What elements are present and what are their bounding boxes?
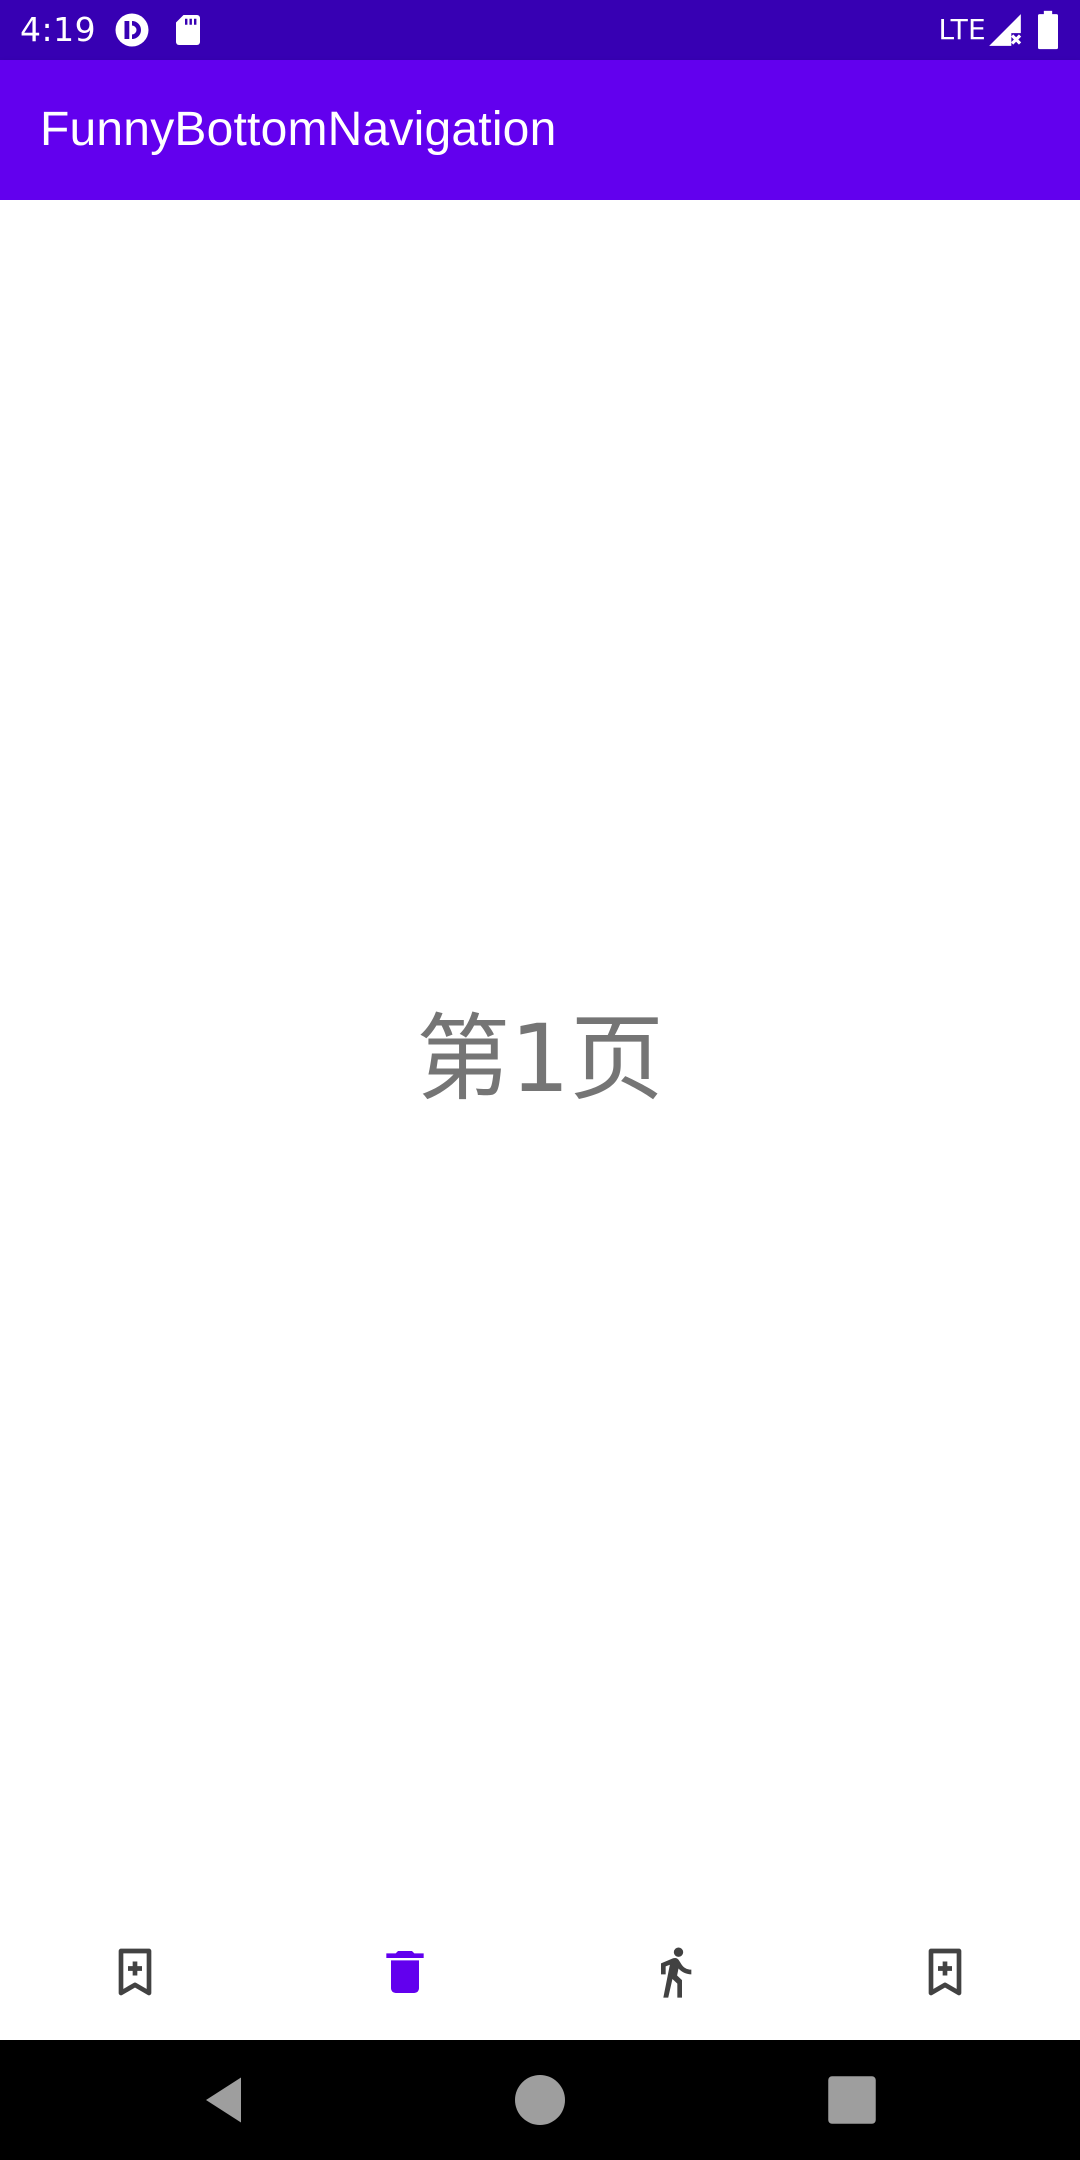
home-icon[interactable] [510,2070,570,2130]
app-bar: FunnyBottomNavigation [0,60,1080,200]
signal-no-data-icon [989,14,1022,46]
back-icon[interactable] [196,2070,256,2130]
status-bar: 4:19 LTE [0,0,1080,60]
battery-icon [1038,10,1058,50]
pocket-casts-icon [115,13,149,47]
nav-item-walk[interactable] [540,1940,810,2040]
page-label: 第1页 [416,1005,664,1114]
app-title: FunnyBottomNavigation [40,103,557,156]
system-navigation-bar [0,2040,1080,2160]
nav-item-bookmark-add-2[interactable] [810,1940,1080,2040]
bookmark-add-icon [928,1948,962,1996]
walk-icon [661,1947,692,1998]
network-type: LTE [938,13,986,46]
nav-item-bookmark-add-1[interactable] [0,1940,270,2040]
nav-item-delete[interactable] [270,1940,540,2040]
delete-icon [386,1951,424,1993]
bookmark-add-icon [118,1948,152,1996]
recents-icon[interactable] [822,2070,882,2130]
status-time: 4:19 [20,10,97,49]
page-content: 第1页 [0,200,1080,1940]
bottom-navigation [0,1940,1080,2040]
app-screen: 4:19 LTE FunnyBottomNavigation 第1页 [0,0,1080,2160]
sd-card-icon [176,15,200,45]
